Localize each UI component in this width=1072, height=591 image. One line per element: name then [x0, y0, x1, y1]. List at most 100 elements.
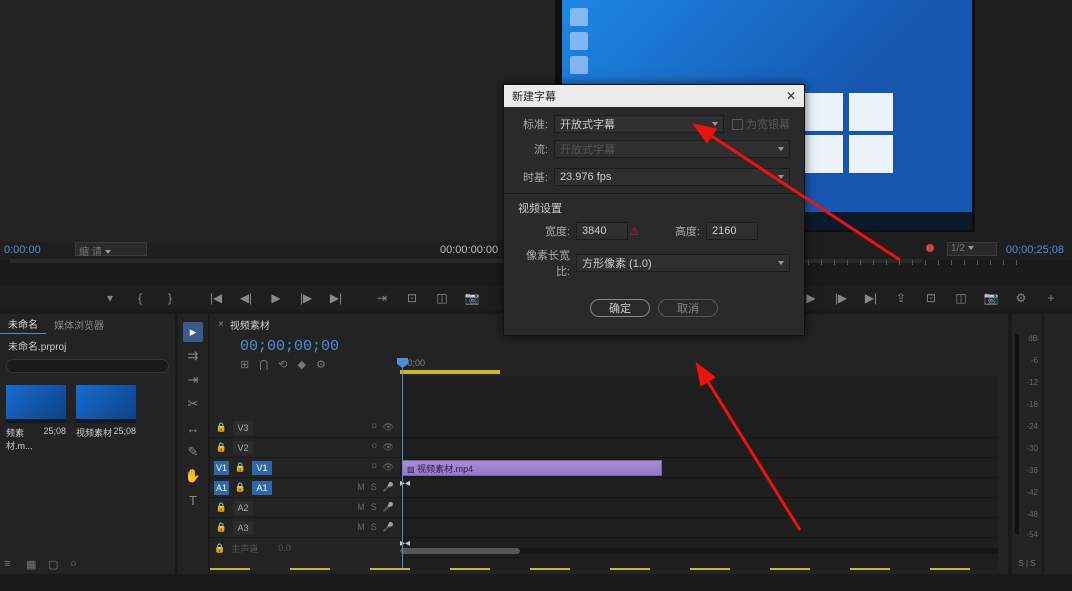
prog-lift-icon[interactable]: ⇪	[894, 291, 908, 305]
toggle-output-icon[interactable]: ᴼ	[372, 442, 377, 453]
solo-icon[interactable]: S	[371, 482, 377, 493]
prog-camera-icon[interactable]: 📷	[984, 291, 998, 305]
toggle-output-icon[interactable]: ᴼ	[372, 422, 377, 433]
track-select-tool-icon[interactable]: ⇉	[183, 346, 203, 366]
lock-icon[interactable]: 🔒	[233, 481, 248, 495]
width-input[interactable]: 3840 ⚠	[576, 222, 628, 240]
add-marker-icon[interactable]: ▾	[103, 291, 117, 305]
bin-item[interactable]: 视频素材 25;08	[76, 385, 136, 452]
track-label[interactable]: V3	[233, 421, 253, 435]
source-patch-icon[interactable]: V1	[214, 461, 229, 475]
track-lane-a3[interactable]	[400, 518, 998, 538]
lock-icon[interactable]: 🔒	[214, 501, 229, 515]
insert-icon[interactable]: ⇥	[375, 291, 389, 305]
solo-icon[interactable]: S	[371, 522, 377, 533]
track-lane-v1[interactable]: ▨ 视频素材.mp4	[400, 458, 998, 478]
lock-icon[interactable]: 🔒	[233, 461, 248, 475]
height-input[interactable]: 2160	[706, 222, 758, 240]
program-tc-out[interactable]: 00;00;25;08	[1006, 244, 1064, 256]
tab-media-browser[interactable]: 媒体浏览器	[46, 315, 112, 334]
cancel-button[interactable]: 取消	[658, 299, 718, 317]
pixel-aspect-select[interactable]: 方形像素 (1.0)	[576, 254, 790, 272]
dialog-titlebar[interactable]: 新建字幕 ✕	[504, 85, 804, 107]
seq-menu-icon[interactable]: ×	[218, 319, 224, 330]
project-search[interactable]	[6, 359, 169, 373]
marker-icon[interactable]: ◆	[297, 358, 305, 371]
source-resolution-select[interactable]: 缩 请	[75, 242, 147, 256]
track-header-v1[interactable]: V1 🔒 V1 ᴼ👁	[210, 458, 398, 478]
slip-tool-icon[interactable]: ↔	[183, 418, 203, 438]
track-header-v3[interactable]: 🔒 V3 ᴼ 👁	[210, 418, 398, 438]
prog-export-frame-icon[interactable]: ◫	[954, 291, 968, 305]
prog-go-end-icon[interactable]: ▶|	[864, 291, 878, 305]
track-area[interactable]: ▨ 视频素材.mp4 ▸◂ ▸◂	[400, 376, 998, 570]
lock-icon[interactable]: 🔒	[214, 543, 225, 554]
track-header-a2[interactable]: 🔒 A2 MS🎤	[210, 498, 398, 518]
source-tc-in[interactable]: 0:00:00	[4, 244, 41, 256]
track-label[interactable]: A1	[252, 481, 272, 495]
toggle-output-icon[interactable]: ᴼ	[372, 462, 377, 473]
link-icon[interactable]: ⟲	[278, 358, 287, 371]
settings-icon[interactable]: ⚙	[316, 358, 326, 371]
widescreen-checkbox[interactable]: 为宽银幕	[732, 116, 790, 132]
track-lane-v3[interactable]	[400, 418, 998, 438]
track-header-a3[interactable]: 🔒 A3 MS 🎤	[210, 518, 398, 538]
lock-icon[interactable]: 🔒	[214, 441, 229, 455]
scrollbar-handle[interactable]	[400, 548, 520, 554]
overwrite-icon[interactable]: ⊡	[405, 291, 419, 305]
tab-project[interactable]: 未命名	[0, 314, 46, 334]
export-frame-icon[interactable]: ◫	[435, 291, 449, 305]
track-label[interactable]: V1	[252, 461, 272, 475]
timeline-timecode[interactable]: 00;00;00;00	[210, 334, 1008, 355]
go-to-in-icon[interactable]: |◀	[209, 291, 223, 305]
mute-icon[interactable]: M	[357, 502, 365, 513]
step-back-icon[interactable]: ◀|	[239, 291, 253, 305]
track-header-v2[interactable]: 🔒 V2 ᴼ👁	[210, 438, 398, 458]
voice-icon[interactable]: 🎤	[383, 522, 394, 533]
prog-step-fwd-icon[interactable]: |▶	[834, 291, 848, 305]
ripple-edit-tool-icon[interactable]: ⇥	[183, 370, 203, 390]
razor-tool-icon[interactable]: ✂	[183, 394, 203, 414]
step-forward-icon[interactable]: |▶	[299, 291, 313, 305]
timeline-zoom-scrollbar[interactable]	[400, 548, 998, 554]
track-label[interactable]: A3	[233, 521, 253, 535]
standard-select[interactable]: 开放式字幕	[554, 115, 724, 133]
lock-icon[interactable]: 🔒	[214, 521, 229, 535]
selection-tool-icon[interactable]: ▸	[183, 322, 203, 342]
sequence-name[interactable]: 视频素材	[230, 317, 270, 332]
program-resolution-select[interactable]: 1/2	[947, 242, 997, 256]
stream-select[interactable]: 开放式字幕	[554, 140, 790, 158]
timebase-select[interactable]: 23.976 fps	[554, 168, 790, 186]
prog-settings-icon[interactable]: ⚙	[1014, 291, 1028, 305]
prog-add-icon[interactable]: +	[1044, 291, 1058, 305]
track-lane-a1[interactable]: ▸◂	[400, 478, 998, 498]
pen-tool-icon[interactable]: ✎	[183, 442, 203, 462]
voice-icon[interactable]: 🎤	[383, 482, 394, 493]
master-track-header[interactable]: 🔒 主声道 0.0	[210, 538, 398, 558]
list-view-icon[interactable]: ≡	[4, 558, 16, 570]
source-tc-out[interactable]: 00:00:00:00	[440, 244, 498, 256]
track-lane-a2[interactable]	[400, 498, 998, 518]
camera-icon[interactable]: 📷	[465, 291, 479, 305]
prog-extract-icon[interactable]: ⊡	[924, 291, 938, 305]
mark-in-icon[interactable]: {	[133, 291, 147, 305]
hand-tool-icon[interactable]: ✋	[183, 466, 203, 486]
freeform-view-icon[interactable]: ▢	[48, 558, 60, 570]
source-patch-icon[interactable]: A1	[214, 481, 229, 495]
mute-icon[interactable]: M	[357, 522, 365, 533]
source-monitor[interactable]	[0, 0, 555, 242]
eye-icon[interactable]: 👁	[383, 422, 394, 433]
mark-out-icon[interactable]: }	[163, 291, 177, 305]
prog-play-icon[interactable]: ▶	[804, 291, 818, 305]
playhead[interactable]	[402, 358, 403, 568]
nest-icon[interactable]: ⊞	[240, 358, 249, 371]
solo-icon[interactable]: S	[371, 502, 377, 513]
type-tool-icon[interactable]: T	[183, 490, 203, 510]
eye-icon[interactable]: 👁	[383, 442, 394, 453]
voice-icon[interactable]: 🎤	[383, 502, 394, 513]
bin-item[interactable]: 频素材.m... 25;08	[6, 385, 66, 452]
ok-button[interactable]: 确定	[590, 299, 650, 317]
track-header-a1[interactable]: A1 🔒 A1 MS 🎤	[210, 478, 398, 498]
mute-icon[interactable]: M	[357, 482, 365, 493]
lock-icon[interactable]: 🔒	[214, 421, 229, 435]
